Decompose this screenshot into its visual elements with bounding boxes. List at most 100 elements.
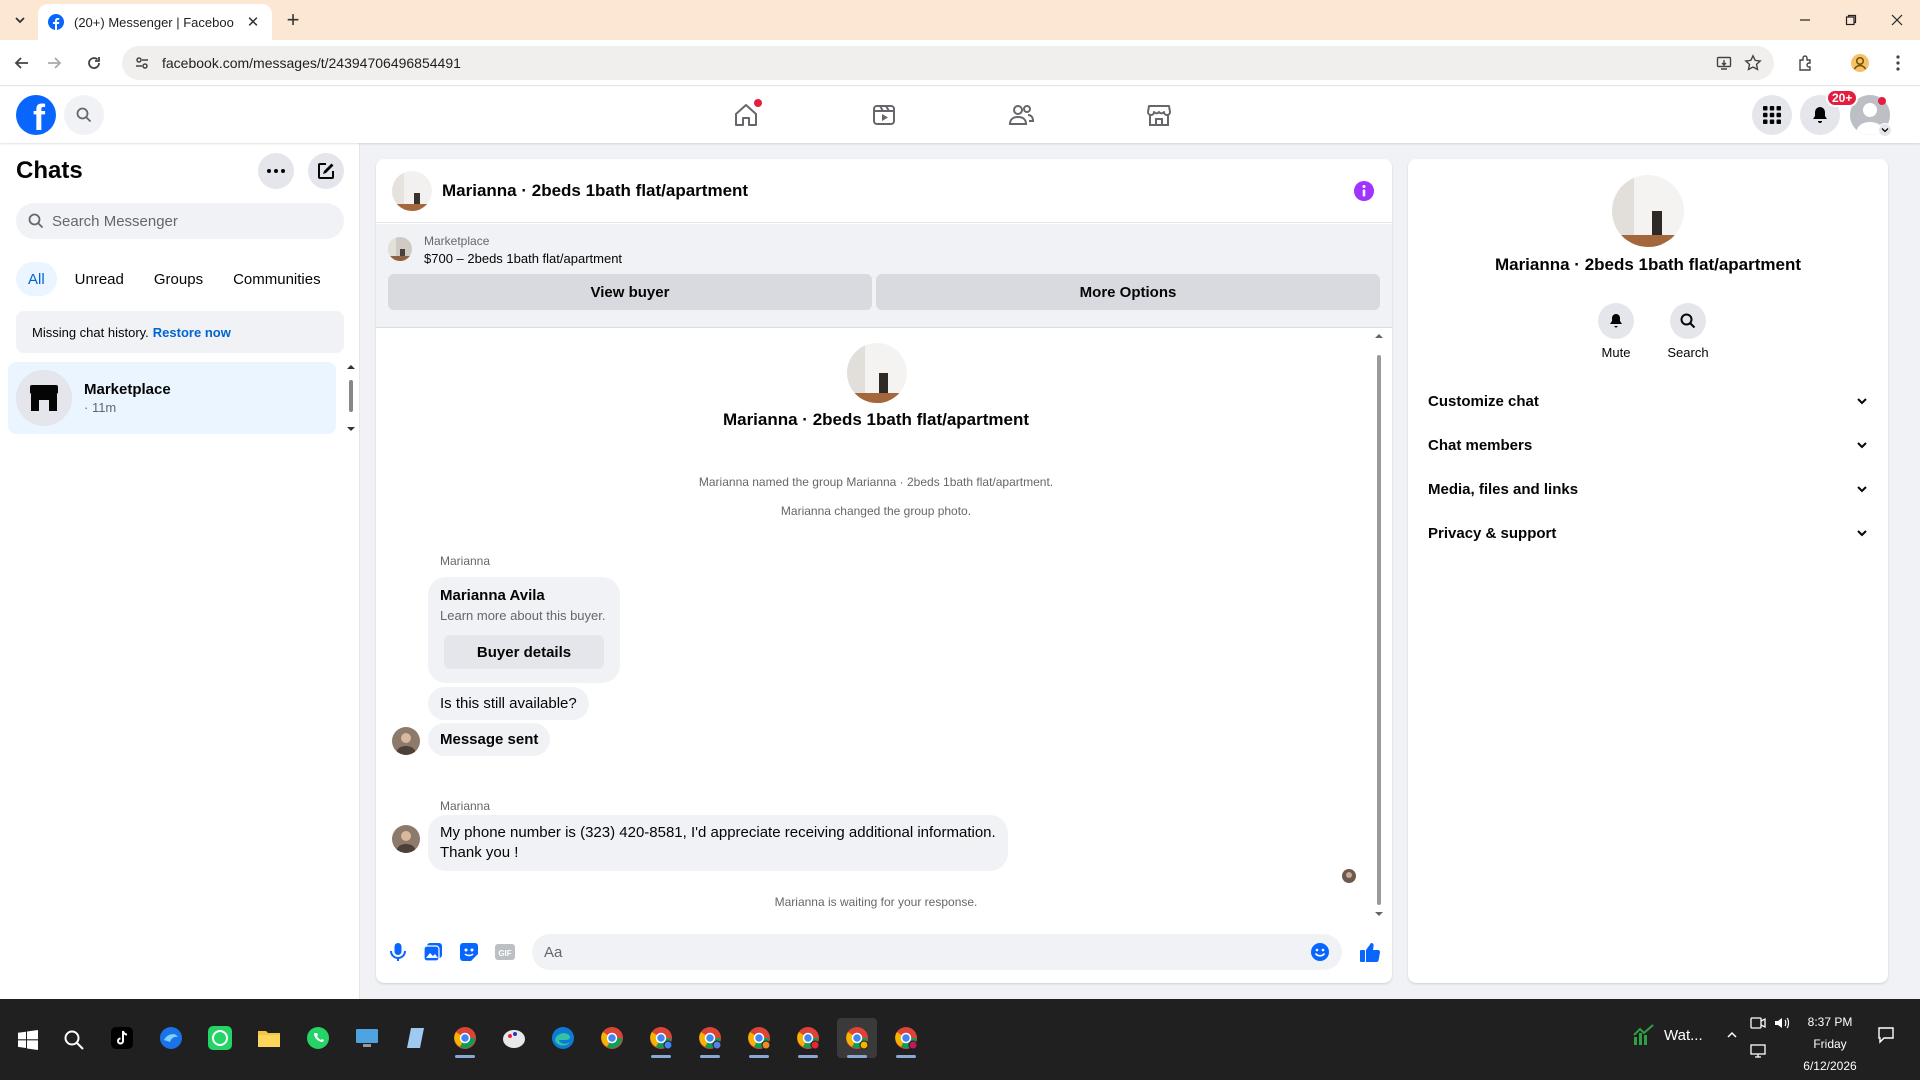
reload-icon[interactable] — [82, 51, 106, 75]
media-files-links-section[interactable]: Media, files and links — [1416, 467, 1880, 511]
customize-chat-section[interactable]: Customize chat — [1416, 379, 1880, 423]
menu-grid-icon[interactable] — [1752, 95, 1792, 135]
window-close-button[interactable] — [1874, 0, 1920, 40]
notes-app-icon[interactable] — [396, 1018, 436, 1058]
message-bubble[interactable]: Is this still available? — [428, 687, 589, 720]
browser-app-icon[interactable] — [151, 1018, 191, 1058]
tab-search-chevron-icon[interactable] — [8, 8, 32, 32]
messenger-search-bar[interactable] — [16, 203, 344, 239]
gif-icon[interactable]: GIF — [493, 940, 517, 964]
conversation-info-icon[interactable] — [1352, 179, 1376, 203]
remote-desktop-icon[interactable] — [347, 1018, 387, 1058]
chat-list-scrollbar[interactable] — [346, 362, 356, 434]
sender-avatar[interactable] — [392, 825, 420, 853]
chat-name: Marketplace — [84, 381, 171, 398]
bookmark-star-icon[interactable] — [1744, 54, 1762, 72]
windows-start-icon[interactable] — [8, 1020, 48, 1060]
emoji-icon[interactable] — [1310, 942, 1330, 962]
back-arrow-icon[interactable] — [10, 51, 34, 75]
section-label: Media, files and links — [1428, 480, 1579, 498]
message-input-box[interactable] — [532, 934, 1342, 970]
microphone-icon[interactable] — [386, 940, 410, 964]
facebook-search-icon[interactable] — [64, 95, 104, 135]
search-action[interactable]: Search — [1658, 303, 1718, 360]
chrome-profile-3-icon[interactable] — [690, 1018, 730, 1058]
conversation-avatar[interactable] — [392, 170, 432, 211]
paint-app-icon[interactable] — [494, 1018, 534, 1058]
view-buyer-button[interactable]: View buyer — [388, 274, 872, 310]
search-icon — [28, 213, 44, 229]
browser-tab-active[interactable]: (20+) Messenger | Facebook ✕ — [38, 4, 272, 40]
tab-close-icon[interactable]: ✕ — [244, 13, 262, 31]
new-message-icon[interactable] — [308, 153, 344, 189]
address-bar[interactable]: facebook.com/messages/t/2439470649685449… — [122, 46, 1774, 80]
install-app-icon[interactable] — [1716, 55, 1732, 71]
chat-list-item[interactable]: Marketplace · 11m — [8, 362, 336, 434]
new-tab-button[interactable]: + — [280, 8, 306, 34]
chrome-profile-5-icon[interactable] — [788, 1018, 828, 1058]
message-bubble-phone[interactable]: My phone number is (323) 420-8581, I'd a… — [428, 815, 1008, 871]
search-in-conversation-icon[interactable] — [1670, 303, 1706, 339]
weather-widget[interactable]: Wat... — [1632, 1023, 1703, 1047]
filter-groups[interactable]: Groups — [142, 262, 215, 296]
chrome-profile-7-icon[interactable] — [886, 1018, 926, 1058]
whatsapp-icon[interactable] — [298, 1018, 338, 1058]
extensions-puzzle-icon[interactable] — [1794, 51, 1818, 75]
facebook-logo-icon[interactable]: f — [16, 95, 56, 135]
taskbar-clock[interactable]: 8:37 PM Friday 6/12/2026 — [1790, 1011, 1870, 1077]
buyer-details-button[interactable]: Buyer details — [444, 635, 604, 669]
sticker-icon[interactable] — [457, 940, 481, 964]
sender-name: Marianna — [440, 554, 491, 568]
chats-options-icon[interactable] — [258, 153, 294, 189]
running-indicator — [700, 1055, 720, 1058]
like-thumb-icon[interactable] — [1358, 940, 1382, 964]
system-message-renamed: Marianna named the group Marianna · 2bed… — [698, 475, 1054, 489]
meet-now-icon[interactable] — [1746, 1011, 1770, 1035]
account-chevron-down-icon[interactable] — [1878, 123, 1892, 137]
more-options-button[interactable]: More Options — [876, 274, 1380, 310]
listing-title[interactable]: $700 – 2beds 1bath flat/apartment — [424, 251, 622, 266]
chrome-profile-2-icon[interactable] — [641, 1018, 681, 1058]
notification-center-icon[interactable] — [1874, 1023, 1898, 1047]
taskbar-search-icon[interactable] — [54, 1020, 94, 1060]
running-indicator — [847, 1055, 867, 1058]
mute-bell-icon[interactable] — [1598, 303, 1634, 339]
tiktok-app-icon[interactable] — [102, 1018, 142, 1058]
file-explorer-icon[interactable] — [249, 1018, 289, 1058]
filter-all[interactable]: All — [16, 262, 57, 296]
chrome-profile-4-icon[interactable] — [739, 1018, 779, 1058]
chat-members-section[interactable]: Chat members — [1416, 423, 1880, 467]
network-icon[interactable] — [1746, 1039, 1770, 1063]
marketplace-icon[interactable] — [1141, 97, 1177, 133]
chrome-profile-1-icon[interactable] — [592, 1018, 632, 1058]
chrome-app-icon[interactable] — [445, 1018, 485, 1058]
chevron-up-icon[interactable] — [1720, 1023, 1744, 1047]
messenger-search-input[interactable] — [52, 212, 332, 230]
window-restore-button[interactable] — [1828, 0, 1874, 40]
video-icon[interactable] — [866, 97, 902, 133]
filter-communities[interactable]: Communities — [221, 262, 333, 296]
site-info-icon[interactable] — [134, 55, 150, 71]
browser-menu-icon[interactable] — [1886, 51, 1910, 75]
edge-app-icon[interactable] — [543, 1018, 583, 1058]
restore-now-link[interactable]: Restore now — [153, 325, 231, 340]
chrome-profile-6-icon[interactable] — [837, 1018, 877, 1058]
message-input[interactable] — [544, 943, 1310, 961]
svg-text:GIF: GIF — [498, 949, 511, 958]
info-avatar[interactable] — [1612, 175, 1684, 247]
message-bubble-sent[interactable]: Message sent — [428, 723, 551, 756]
whatsapp-business-icon[interactable] — [200, 1018, 240, 1058]
filter-unread[interactable]: Unread — [63, 262, 136, 296]
conversation-title[interactable]: Marianna · 2beds 1bath flat/apartment — [442, 181, 1342, 201]
window-minimize-button[interactable] — [1782, 0, 1828, 40]
message-thread-scrollbar[interactable] — [1372, 329, 1386, 921]
sender-avatar[interactable] — [392, 727, 420, 755]
running-indicator — [749, 1055, 769, 1058]
listing-thumbnail[interactable] — [388, 237, 412, 261]
privacy-support-section[interactable]: Privacy & support — [1416, 511, 1880, 555]
mute-action[interactable]: Mute — [1586, 303, 1646, 360]
forward-arrow-icon[interactable] — [42, 51, 66, 75]
friends-icon[interactable] — [1003, 97, 1039, 133]
photo-icon[interactable] — [421, 940, 445, 964]
profile-icon[interactable] — [1848, 51, 1872, 75]
